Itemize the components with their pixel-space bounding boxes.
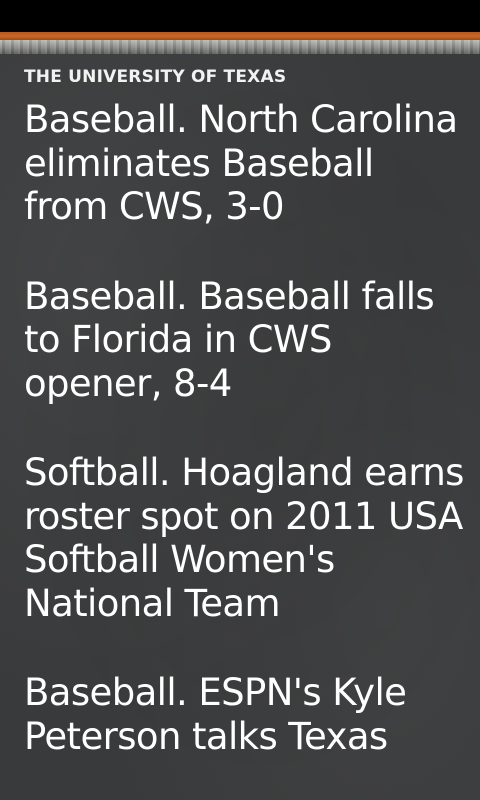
news-item[interactable]: Baseball. ESPN's Kyle Peterson talks Tex… (24, 671, 464, 758)
news-item[interactable]: Softball. Hoagland earns roster spot on … (24, 451, 464, 625)
accent-stripe (0, 32, 480, 40)
page-title: THE UNIVERSITY OF TEXAS (24, 67, 287, 87)
status-bar (0, 0, 480, 32)
news-item[interactable]: Baseball. North Carolina eliminates Base… (24, 98, 464, 229)
news-feed-list: Baseball. North Carolina eliminates Base… (24, 98, 464, 800)
chalkboard-frame (0, 40, 480, 54)
news-item[interactable]: Baseball. Baseball falls to Florida in C… (24, 275, 464, 406)
app-screen: THE UNIVERSITY OF TEXAS Baseball. North … (0, 0, 480, 800)
